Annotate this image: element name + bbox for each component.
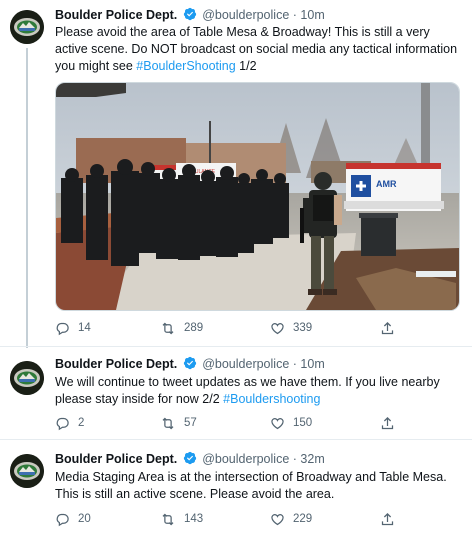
retweet-count: 57 — [184, 417, 197, 429]
heart-icon — [271, 513, 284, 525]
reply-button[interactable]: 20 — [55, 511, 91, 527]
tweet-actions: 2 57 150 — [55, 415, 400, 431]
tweet-text: Please avoid the area of Table Mesa & Br… — [55, 24, 465, 75]
author-name[interactable]: Boulder Police Dept. — [55, 357, 177, 371]
like-count: 339 — [293, 322, 313, 334]
like-button[interactable]: 150 — [270, 415, 312, 431]
reply-button[interactable]: 14 — [55, 320, 91, 336]
like-count: 229 — [293, 513, 313, 525]
like-button[interactable]: 229 — [270, 511, 312, 527]
tweet-text: We will continue to tweet updates as we … — [55, 374, 465, 408]
tweet-actions: 14 289 339 — [55, 320, 400, 336]
share-icon — [381, 512, 394, 525]
retweet-icon — [162, 513, 174, 525]
tweet-photo[interactable]: AMBULANCE AMR — [55, 82, 460, 311]
retweet-button[interactable]: 289 — [160, 320, 203, 336]
retweet-button[interactable]: 143 — [160, 511, 203, 527]
author-handle[interactable]: @boulderpolice — [202, 8, 289, 22]
retweet-icon — [162, 322, 174, 334]
author-name[interactable]: Boulder Police Dept. — [55, 8, 177, 22]
tweet-timestamp[interactable]: 10m — [300, 357, 324, 371]
scene-photo: AMBULANCE AMR — [56, 83, 459, 310]
amr-logo-text: AMR — [376, 179, 397, 189]
tweet-text-main: Media Staging Area is at the intersectio… — [55, 470, 447, 501]
retweet-count: 289 — [184, 322, 204, 334]
share-button[interactable] — [380, 415, 395, 431]
author-handle[interactable]: @boulderpolice — [202, 452, 289, 466]
tweet-actions: 20 143 229 — [55, 511, 400, 527]
heart-icon — [271, 322, 284, 334]
tweet-timestamp[interactable]: 32m — [300, 452, 324, 466]
reply-count: 20 — [78, 513, 91, 525]
avatar[interactable] — [10, 454, 44, 488]
tweet-timestamp[interactable]: 10m — [300, 8, 324, 22]
share-icon — [381, 321, 394, 334]
avatar[interactable] — [10, 10, 44, 44]
reply-icon — [56, 513, 69, 526]
retweet-button[interactable]: 57 — [160, 415, 197, 431]
retweet-count: 143 — [184, 513, 204, 525]
tweet-3[interactable]: Boulder Police Dept. @boulderpolice · 32… — [0, 440, 472, 534]
tweet-text-suffix: 1/2 — [235, 59, 257, 73]
separator-dot: · — [292, 8, 297, 22]
share-button[interactable] — [380, 320, 395, 336]
tweet-header: Boulder Police Dept. @boulderpolice · 10… — [55, 7, 325, 23]
share-icon — [381, 416, 394, 429]
avatar[interactable] — [10, 361, 44, 395]
share-button[interactable] — [380, 511, 395, 527]
author-name[interactable]: Boulder Police Dept. — [55, 452, 177, 466]
police-badge-icon — [10, 454, 44, 488]
tweet-header: Boulder Police Dept. @boulderpolice · 32… — [55, 451, 325, 467]
hashtag-link[interactable]: #BoulderShooting — [136, 59, 235, 73]
separator-dot: · — [292, 357, 297, 371]
tweet-text: Media Staging Area is at the intersectio… — [55, 469, 465, 503]
tweet-header: Boulder Police Dept. @boulderpolice · 10… — [55, 356, 325, 372]
verified-badge-icon — [183, 356, 196, 370]
like-button[interactable]: 339 — [270, 320, 312, 336]
like-count: 150 — [293, 417, 313, 429]
author-handle[interactable]: @boulderpolice — [202, 357, 289, 371]
reply-count: 2 — [78, 417, 85, 429]
reply-icon — [56, 417, 69, 430]
verified-badge-icon — [183, 451, 196, 465]
separator-dot: · — [292, 452, 297, 466]
police-badge-icon — [10, 361, 44, 395]
heart-icon — [271, 417, 284, 429]
reply-icon — [56, 322, 69, 335]
retweet-icon — [162, 417, 174, 429]
tweet-2[interactable]: Boulder Police Dept. @boulderpolice · 10… — [0, 347, 472, 439]
police-badge-icon — [10, 10, 44, 44]
reply-button[interactable]: 2 — [55, 415, 84, 431]
verified-badge-icon — [183, 7, 196, 21]
hashtag-link[interactable]: #Bouldershooting — [223, 392, 320, 406]
tweet-1[interactable]: Boulder Police Dept. @boulderpolice · 10… — [0, 0, 472, 348]
thread-line — [26, 48, 28, 348]
reply-count: 14 — [78, 322, 91, 334]
